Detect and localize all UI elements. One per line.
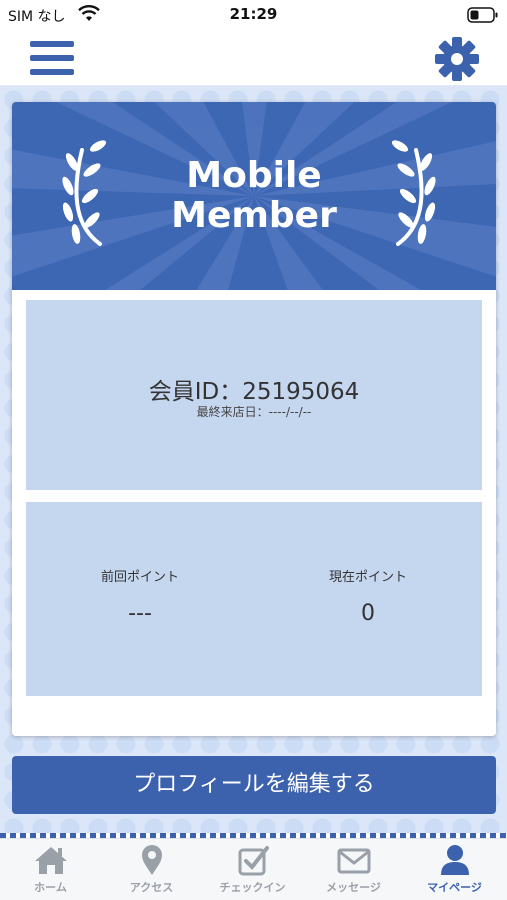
tab-home[interactable]: ホーム — [0, 839, 101, 900]
edit-profile-button[interactable]: プロフィールを編集する — [12, 756, 496, 814]
card-header: Mobile Member — [12, 102, 496, 290]
points-panel: 前回ポイント --- 現在ポイント 0 — [26, 502, 482, 696]
status-bar: SIM なし 21:29 — [0, 0, 507, 30]
home-icon — [34, 847, 67, 874]
member-id-panel: 会員ID：25195064 最終来店日：----/--/-- — [26, 300, 482, 490]
tab-access[interactable]: アクセス — [101, 839, 202, 900]
tab-bar: ホーム アクセス チェックイン メッセージ マイページ — [0, 833, 507, 900]
tab-access-label: アクセス — [129, 881, 174, 894]
map-pin-icon — [141, 845, 162, 875]
gear-icon[interactable] — [433, 35, 481, 83]
tab-mypage-label: マイページ — [427, 881, 482, 894]
previous-points: 前回ポイント --- — [26, 566, 254, 626]
member-card: Mobile Member 会員ID：25195064 最終来店日：----/-… — [12, 102, 496, 736]
nav-bar — [0, 30, 507, 86]
tab-checkin-label: チェックイン — [219, 881, 286, 894]
current-points-label: 現在ポイント — [328, 570, 407, 585]
laurel-right-icon — [391, 140, 436, 246]
user-icon — [440, 845, 469, 875]
hamburger-menu-icon[interactable] — [28, 38, 76, 78]
status-time: 21:29 — [229, 5, 278, 23]
member-id: 会員ID：25195064 — [148, 379, 360, 405]
previous-points-label: 前回ポイント — [100, 570, 179, 585]
tab-message[interactable]: メッセージ — [303, 839, 404, 900]
battery-icon — [467, 7, 498, 23]
envelope-icon — [337, 848, 370, 874]
tab-message-label: メッセージ — [326, 881, 381, 894]
current-points: 現在ポイント 0 — [254, 566, 482, 626]
tab-checkin[interactable]: チェックイン — [202, 839, 303, 900]
tab-home-label: ホーム — [34, 881, 67, 894]
checkbox-icon — [238, 846, 269, 876]
tab-mypage[interactable]: マイページ — [404, 839, 505, 900]
previous-points-value: --- — [128, 601, 152, 626]
last-visit-date: 最終来店日：----/--/-- — [196, 405, 312, 419]
current-points-value: 0 — [361, 601, 375, 626]
